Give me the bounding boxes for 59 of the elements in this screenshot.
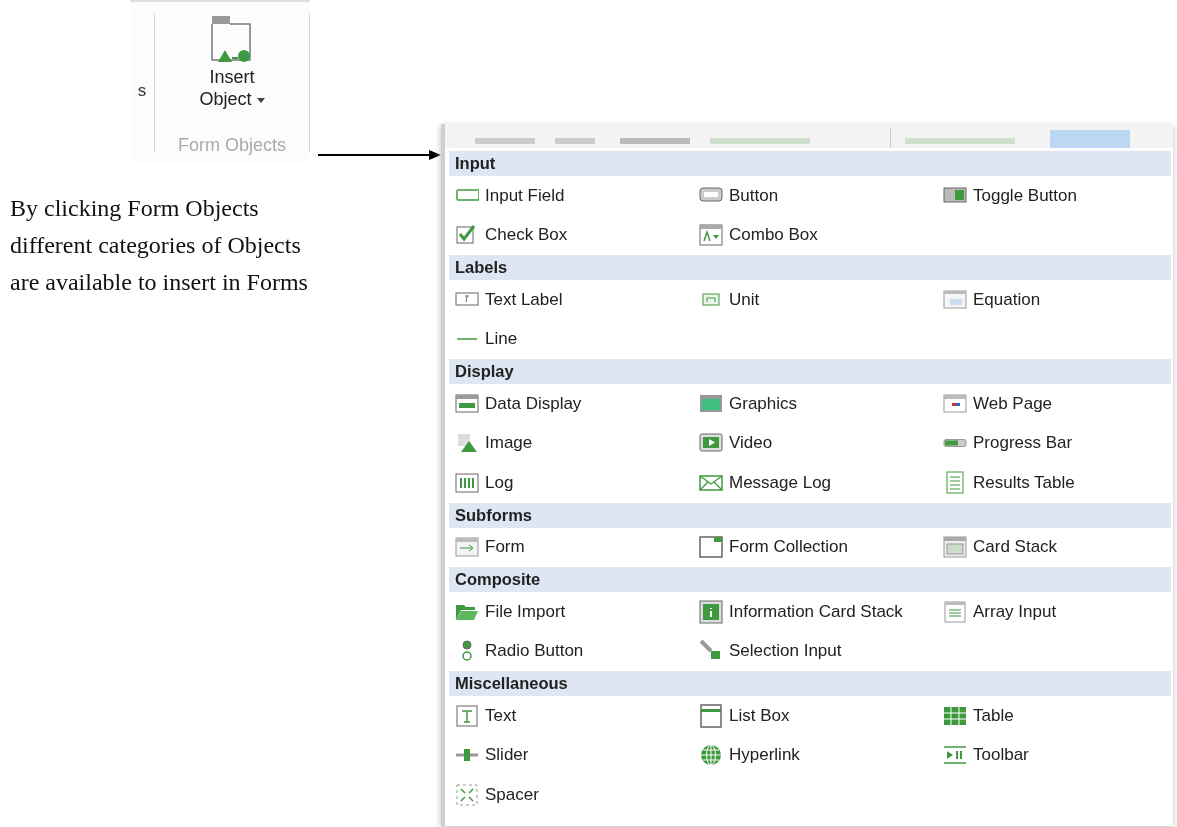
- cut-off-label: s: [137, 81, 147, 101]
- menu-item[interactable]: Combo Box: [693, 215, 937, 255]
- menu-item[interactable]: Check Box: [449, 215, 693, 255]
- menu-item[interactable]: Unit: [693, 280, 937, 320]
- section-header: Subforms: [449, 502, 1171, 528]
- menu-item[interactable]: Form: [449, 527, 693, 567]
- group-label: Form Objects: [178, 135, 286, 156]
- section-header: Labels: [449, 255, 1171, 280]
- menu-item[interactable]: Selection Input: [693, 631, 937, 671]
- menu-item[interactable]: Spacer: [449, 775, 693, 815]
- section-header: Display: [449, 359, 1171, 384]
- equation-icon: [943, 287, 967, 312]
- section-header: Input: [449, 151, 1171, 176]
- menu-item[interactable]: Equation: [937, 280, 1169, 320]
- menu-item[interactable]: List Box: [693, 696, 937, 736]
- menu-item[interactable]: Button: [693, 176, 937, 216]
- caption-text: By clicking Form Objects different categories of Objects are available to insert in Forms: [10, 194, 309, 297]
- array-icon: [943, 599, 967, 624]
- menu-item[interactable]: Input Field: [449, 176, 693, 216]
- menu-item[interactable]: Video: [693, 423, 937, 463]
- menu-item[interactable]: Line: [449, 319, 693, 359]
- window-icon: [699, 535, 723, 560]
- form-icon: [455, 535, 479, 560]
- globe-icon: [699, 743, 723, 768]
- list-box-icon: [699, 703, 723, 728]
- menu-item[interactable]: Text Label: [449, 280, 693, 320]
- menu-item[interactable]: Graphics: [693, 384, 937, 424]
- insert-object-button[interactable]: Insert Object: [193, 12, 271, 112]
- menu-item[interactable]: Hyperlink: [693, 735, 937, 775]
- menu-item[interactable]: File Import: [449, 592, 693, 632]
- menu-item[interactable]: Log: [449, 463, 693, 503]
- menu-item[interactable]: Radio Button: [449, 631, 693, 671]
- menu-item[interactable]: Table: [937, 696, 1169, 736]
- section-header: Composite: [449, 567, 1171, 592]
- menu-item[interactable]: Toggle Button: [937, 176, 1169, 216]
- data-display-icon: [455, 391, 479, 416]
- list-icon: [943, 470, 967, 495]
- line-icon: [455, 338, 479, 341]
- menu-item[interactable]: Card Stack: [937, 527, 1169, 567]
- menu-item[interactable]: Toolbar: [937, 735, 1169, 775]
- progress-bar-icon: [943, 439, 967, 448]
- web-page-icon: [943, 391, 967, 416]
- card-stack-icon: [943, 535, 967, 560]
- log-icon: [455, 470, 479, 495]
- menu-item[interactable]: Array Input: [937, 592, 1169, 632]
- menu-item[interactable]: Results Table: [937, 463, 1169, 503]
- menu-item[interactable]: Progress Bar: [937, 423, 1169, 463]
- menu-item[interactable]: Data Display: [449, 384, 693, 424]
- menu-item[interactable]: Message Log: [693, 463, 937, 503]
- section-header: Miscellaneous: [449, 671, 1171, 696]
- menu-item[interactable]: Information Card Stack: [693, 592, 937, 632]
- menu-item[interactable]: Text: [449, 696, 693, 736]
- menu-item[interactable]: Slider: [449, 735, 693, 775]
- menu-item[interactable]: Form Collection: [693, 527, 937, 567]
- text-icon: [455, 703, 479, 728]
- combo-box-icon: [699, 223, 723, 248]
- menu-item[interactable]: Image: [449, 423, 693, 463]
- menu-item[interactable]: Web Page: [937, 384, 1169, 424]
- info-card-icon: [699, 599, 723, 624]
